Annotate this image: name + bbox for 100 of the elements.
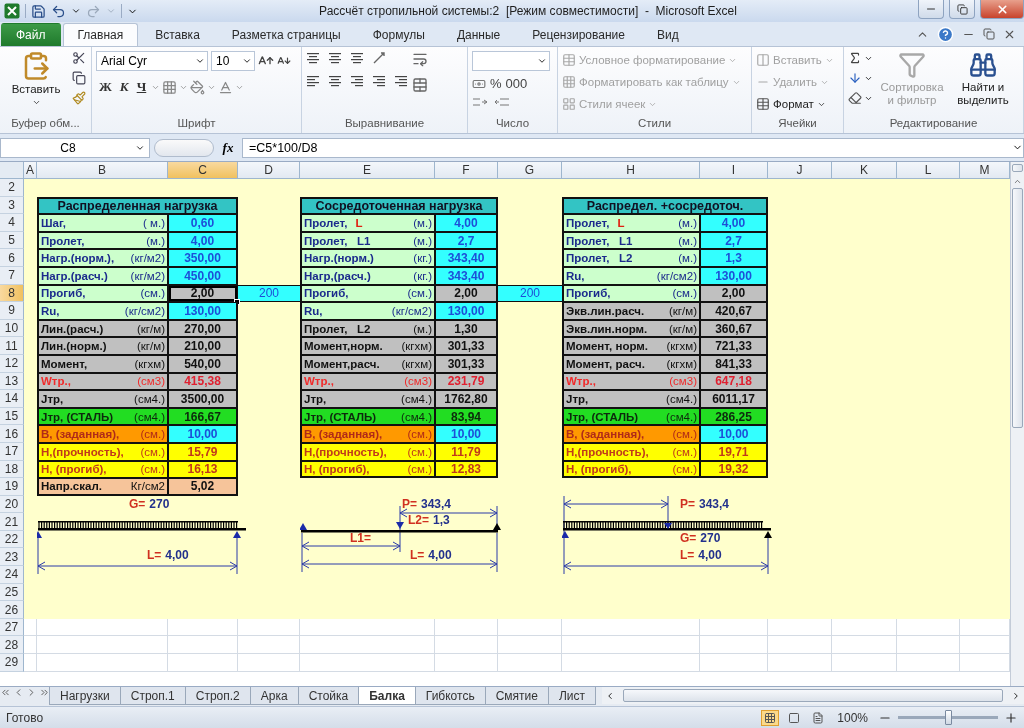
table-cell[interactable]: 343,40 <box>435 249 498 267</box>
merge-cells-icon[interactable] <box>412 77 428 93</box>
sheet-tab[interactable]: Гибкотсь <box>414 687 486 705</box>
wrap-text-icon[interactable] <box>412 51 428 67</box>
row-header[interactable]: 19 <box>0 478 24 496</box>
font-color-icon[interactable] <box>218 79 234 95</box>
zoom-slider-thumb[interactable] <box>945 710 952 725</box>
column-header[interactable]: L <box>897 162 960 179</box>
table-cell[interactable]: 350,00 <box>168 249 238 267</box>
zoom-level[interactable]: 100% <box>837 710 868 725</box>
sheet-tab[interactable]: Арка <box>249 687 299 705</box>
ribbon-tab[interactable]: Разметка страницы <box>216 23 356 46</box>
cut-icon[interactable] <box>72 51 86 65</box>
table-cell[interactable]: 10,00 <box>435 425 498 443</box>
table-cell[interactable]: 301,33 <box>435 337 498 355</box>
column-header[interactable]: A <box>24 162 37 179</box>
fill-color-icon[interactable] <box>190 79 206 95</box>
close-button[interactable] <box>980 0 1024 19</box>
minimize-button[interactable] <box>918 0 944 19</box>
number-format-field[interactable] <box>472 51 550 71</box>
ribbon-tab[interactable]: Рецензирование <box>517 23 640 46</box>
font-size-field[interactable]: 10 <box>211 51 255 71</box>
first-sheet-icon[interactable] <box>0 687 11 698</box>
file-tab[interactable]: Файл <box>1 23 61 46</box>
format-painter-icon[interactable] <box>72 91 86 105</box>
view-button[interactable] <box>761 709 780 726</box>
cells-menu-button[interactable]: Формат <box>756 95 834 113</box>
table-cell[interactable]: 0,60 <box>168 214 238 232</box>
row-header[interactable]: 6 <box>0 249 24 267</box>
sheet-tab[interactable]: Стойка <box>297 687 360 705</box>
column-header[interactable]: J <box>768 162 832 179</box>
table-cell[interactable]: 4,00 <box>435 214 498 232</box>
scroll-thumb[interactable] <box>623 689 1003 702</box>
restore-button[interactable] <box>949 0 975 19</box>
caret-icon[interactable] <box>71 6 81 16</box>
table-cell[interactable]: 420,67 <box>700 302 768 320</box>
italic-button[interactable]: К <box>116 79 132 95</box>
column-header[interactable]: K <box>832 162 897 179</box>
ribbon-tab[interactable]: Главная <box>62 23 139 46</box>
borders-icon[interactable] <box>162 79 178 95</box>
table-cell[interactable]: 1,3 <box>700 249 768 267</box>
row-header[interactable]: 9 <box>0 302 24 320</box>
row-header[interactable]: 21 <box>0 513 24 531</box>
formula-field[interactable]: =C5*100/D8 <box>242 137 1024 158</box>
table-cell[interactable]: 1762,80 <box>435 390 498 408</box>
column-header[interactable]: B <box>37 162 168 179</box>
text-orientation-icon[interactable] <box>372 51 388 65</box>
column-header[interactable]: M <box>960 162 1010 179</box>
sheet-tab[interactable]: Строп.2 <box>184 687 251 705</box>
table-cell[interactable]: 210,00 <box>168 337 238 355</box>
column-header[interactable]: F <box>435 162 498 179</box>
column-header[interactable]: C <box>168 162 238 179</box>
increase-indent-icon[interactable] <box>394 75 408 87</box>
row-header[interactable]: 11 <box>0 337 24 355</box>
copy-icon[interactable] <box>72 71 86 85</box>
ribbon-tab[interactable]: Вставка <box>140 23 215 46</box>
restore-icon[interactable] <box>983 28 995 40</box>
font-name-field[interactable]: Arial Cyr <box>96 51 208 71</box>
table-cell[interactable]: 10,00 <box>168 425 238 443</box>
decrease-indent-icon[interactable] <box>372 75 386 87</box>
align-right-icon[interactable] <box>350 75 364 87</box>
help-icon[interactable] <box>937 25 954 43</box>
underline-button[interactable]: Ч <box>133 79 150 95</box>
table-cell[interactable]: 130,00 <box>435 302 498 320</box>
row-header[interactable]: 4 <box>0 214 24 232</box>
row-header[interactable]: 2 <box>0 179 24 197</box>
align-top-icon[interactable] <box>306 52 320 64</box>
sheet-tab[interactable]: Строп.1 <box>119 687 186 705</box>
table-cell[interactable]: 4,00 <box>700 214 768 232</box>
align-middle-icon[interactable] <box>328 52 342 64</box>
column-header[interactable]: G <box>498 162 562 179</box>
sheet-tab[interactable]: Балка <box>358 687 416 705</box>
table-cell[interactable]: 3500,00 <box>168 390 238 408</box>
table-cell[interactable]: 721,33 <box>700 337 768 355</box>
editing-button[interactable]: Найти и выделить <box>951 51 1015 117</box>
row-header[interactable]: 24 <box>0 566 24 584</box>
horizontal-scrollbar[interactable] <box>602 687 1024 704</box>
row-header[interactable]: 14 <box>0 390 24 408</box>
insert-function-button[interactable]: fx <box>218 139 238 156</box>
scroll-left-icon[interactable] <box>605 690 615 701</box>
formula-bar-handle[interactable] <box>154 138 214 157</box>
increase-decimal-icon[interactable] <box>472 96 488 108</box>
sheet-tab[interactable]: Смятие <box>484 687 549 705</box>
scroll-right-icon[interactable] <box>1011 690 1021 701</box>
vertical-scrollbar[interactable] <box>1010 162 1024 686</box>
align-bottom-icon[interactable] <box>350 52 364 64</box>
table-cell[interactable]: 130,00 <box>168 302 238 320</box>
sum-icon[interactable] <box>848 51 862 65</box>
table-cell[interactable]: 5,02 <box>168 478 238 496</box>
table-cell[interactable]: 10,00 <box>700 425 768 443</box>
ribbon-tab[interactable]: Формулы <box>357 23 440 46</box>
bold-button[interactable]: Ж <box>96 79 115 95</box>
column-header[interactable]: I <box>700 162 768 179</box>
column-header[interactable]: D <box>238 162 300 179</box>
zoom-in-icon[interactable] <box>1004 710 1018 725</box>
save-icon[interactable] <box>31 3 46 19</box>
paste-button[interactable]: Вставить <box>4 51 68 117</box>
align-left-icon[interactable] <box>306 75 320 87</box>
row-header[interactable]: 16 <box>0 425 24 443</box>
align-center-icon[interactable] <box>328 75 342 87</box>
